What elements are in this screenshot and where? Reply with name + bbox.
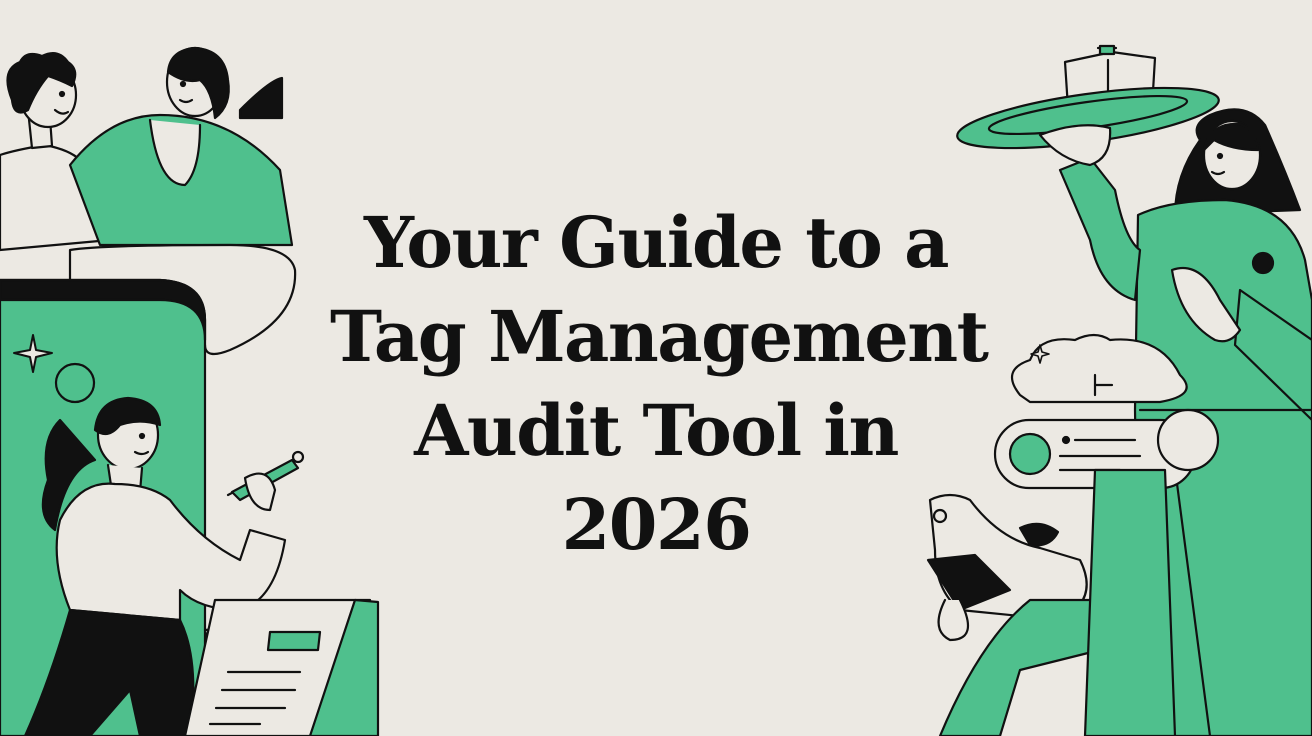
page-title: Your Guide to a Tag Management Audit Too… (330, 196, 989, 572)
hero-banner: Your Guide to a Tag Management Audit Too… (0, 0, 1312, 736)
title-line-4: 2026 (561, 483, 752, 566)
title-line-3: Audit Tool in (414, 389, 899, 472)
title-line-1: Your Guide to a (363, 201, 950, 284)
title-line-2: Tag Management (330, 295, 989, 378)
